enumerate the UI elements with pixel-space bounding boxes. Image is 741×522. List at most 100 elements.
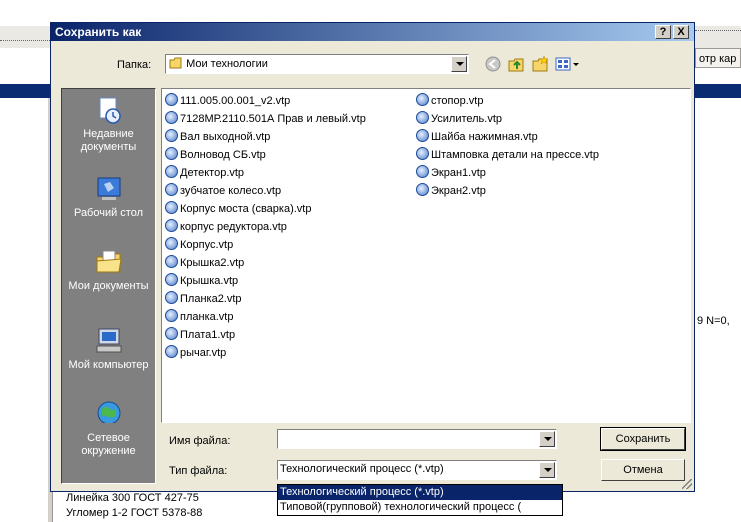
file-name: Шайба нажимная.vtp [431,131,538,143]
vtp-file-icon [165,237,178,250]
file-name: Крышка.vtp [180,275,239,287]
file-list[interactable]: 111.005.00.001_v2.vtp 7128МР.2110.501А Пр… [161,88,691,423]
my-documents-icon [96,250,122,273]
file-item[interactable]: Экран1.vtp [416,164,599,182]
place-network[interactable]: Сетевое окружение [62,399,155,458]
file-name: Планка2.vtp [180,293,242,305]
filetype-dropdown: Технологический процесс (*.vtp) Типовой(… [277,484,563,516]
file-name: Крышка2.vtp [180,257,245,269]
file-name: 111.005.00.001_v2.vtp [180,95,291,107]
vtp-file-icon [165,111,178,124]
file-item[interactable]: Шайба нажимная.vtp [416,128,599,146]
filetype-option[interactable]: Типовой(групповой) технологический проце… [278,500,562,515]
vtp-file-icon [416,183,429,196]
place-label: Мои документы [68,280,149,292]
vtp-file-icon [165,165,178,178]
background-separator-right [695,30,741,39]
vtp-file-icon [416,111,429,124]
file-item[interactable]: Корпус моста (сварка).vtp [165,200,366,218]
file-item[interactable]: рычаг.vtp [165,344,366,362]
resize-grip[interactable] [682,479,692,489]
folder-label: Папка: [117,59,152,71]
file-column-2: стопор.vtp Усилитель.vtp Шайба нажимная.vt… [416,92,599,200]
vtp-file-icon [165,201,178,214]
folder-combo[interactable]: Мои технологии [165,54,469,74]
file-name: Волновод СБ.vtp [180,149,266,161]
vtp-file-icon [416,93,429,106]
vtp-file-icon [165,255,178,268]
vtp-file-icon [165,291,178,304]
place-recent-documents[interactable]: Недавние документы [62,95,155,154]
file-name: Корпус моста (сварка).vtp [180,203,312,215]
file-name: Плата1.vtp [180,329,236,341]
file-item[interactable]: Крышка2.vtp [165,254,366,272]
file-name: рычаг.vtp [180,347,227,359]
file-item[interactable]: Планка2.vtp [165,290,366,308]
background-text-line2: Угломер 1-2 ГОСТ 5378-88 [66,507,203,519]
file-item[interactable]: Усилитель.vtp [416,110,599,128]
file-item[interactable]: Волновод СБ.vtp [165,146,366,164]
vtp-file-icon [416,165,429,178]
vtp-file-icon [165,147,178,160]
up-folder-icon[interactable] [507,55,525,73]
file-column-1: 111.005.00.001_v2.vtp 7128МР.2110.501А Пр… [165,92,366,362]
chevron-down-icon[interactable] [451,56,467,72]
file-item[interactable]: стопор.vtp [416,92,599,110]
file-item[interactable]: Детектор.vtp [165,164,366,182]
file-item[interactable]: корпус редуктора.vtp [165,218,366,236]
background-tab[interactable]: отр кар [695,48,741,68]
filetype-value: Технологический процесс (*.vtp) [280,463,444,475]
folder-value: Мои технологии [186,58,268,70]
chevron-down-icon[interactable] [539,462,555,478]
place-label: Мой компьютер [68,359,149,371]
dialog-titlebar[interactable]: Сохранить как ? X [51,23,694,41]
file-name: Корпус.vtp [180,239,234,251]
filetype-option[interactable]: Технологический процесс (*.vtp) [278,485,562,500]
file-item[interactable]: Корпус.vtp [165,236,366,254]
view-menu-icon[interactable] [555,56,581,72]
place-desktop[interactable]: Рабочий стол [62,174,155,220]
recent-documents-icon [99,97,121,124]
vtp-file-icon [165,309,178,322]
file-item[interactable]: Штамповка детали на прессе.vtp [416,146,599,164]
file-item[interactable]: 111.005.00.001_v2.vtp [165,92,366,110]
file-name: планка.vtp [180,311,234,323]
file-item[interactable]: Плата1.vtp [165,326,366,344]
file-item[interactable]: Вал выходной.vtp [165,128,366,146]
filename-label: Имя файла: [169,435,231,447]
close-button[interactable]: X [673,25,689,39]
file-item[interactable]: Экран2.vtp [416,182,599,200]
help-button[interactable]: ? [655,25,671,39]
file-item[interactable]: планка.vtp [165,308,366,326]
filename-input[interactable] [277,429,557,449]
place-my-computer[interactable]: Мой компьютер [62,326,155,372]
vtp-file-icon [165,93,178,106]
vtp-file-icon [165,273,178,286]
back-icon[interactable] [485,56,501,72]
new-folder-icon[interactable] [531,55,549,73]
save-button[interactable]: Сохранить [600,427,686,451]
cancel-button[interactable]: Отмена [601,459,685,481]
file-name: зубчатое колесо.vtp [180,185,282,197]
save-as-dialog: Сохранить как ? X Папка: Мои технологии [50,22,695,492]
place-label: Недавние документы [80,128,137,153]
file-name: Детектор.vtp [180,167,245,179]
file-item[interactable]: 7128МР.2110.501А Прав и левый.vtp [165,110,366,128]
vtp-file-icon [165,327,178,340]
filetype-select[interactable]: Технологический процесс (*.vtp) [277,460,557,480]
file-name: 7128МР.2110.501А Прав и левый.vtp [180,113,366,125]
file-name: стопор.vtp [431,95,484,107]
vtp-file-icon [165,183,178,196]
desktop-icon [97,177,120,200]
file-item[interactable]: зубчатое колесо.vtp [165,182,366,200]
vtp-file-icon [165,219,178,232]
vtp-file-icon [165,345,178,358]
file-name: Вал выходной.vtp [180,131,271,143]
file-item[interactable]: Крышка.vtp [165,272,366,290]
file-name: корпус редуктора.vtp [180,221,287,233]
file-name: Экран2.vtp [431,185,486,197]
dialog-title: Сохранить как [55,25,142,39]
network-icon [97,401,120,426]
place-my-documents[interactable]: Мои документы [62,247,155,293]
chevron-down-icon[interactable] [539,431,555,447]
